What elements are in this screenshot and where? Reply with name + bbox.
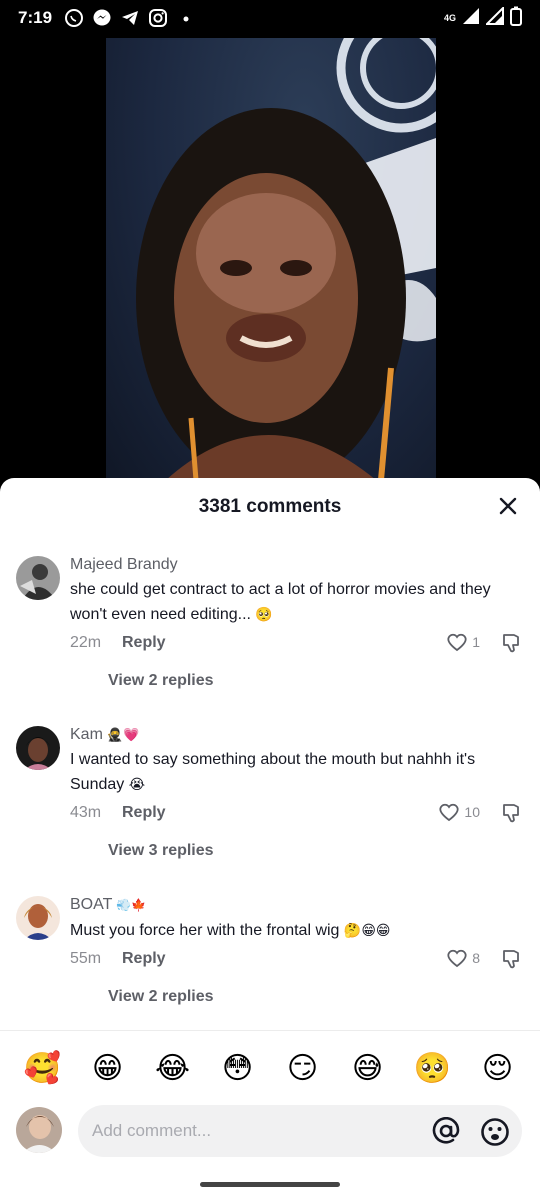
status-left: 7:19 — [18, 8, 196, 28]
quick-emoji-bar: 🥰 😁 😂 😳 😏 😅 🥺 😌 — [0, 1046, 540, 1090]
divider — [0, 1030, 540, 1031]
avatar[interactable] — [16, 896, 60, 940]
like-button[interactable]: 1 — [446, 632, 480, 652]
emoji-button[interactable]: 😅 — [348, 1048, 388, 1088]
mention-icon[interactable] — [432, 1116, 460, 1145]
comment-meta: 22m Reply — [70, 634, 166, 652]
screen: 7:19 4G 3381 comments Majeed Brandy she … — [0, 0, 540, 1200]
comment-username[interactable]: Kam 🥷💗 — [70, 724, 520, 746]
comment-text-body: Must you force her with the frontal wig — [70, 922, 340, 939]
comment-body: Kam 🥷💗 I wanted to say something about t… — [70, 724, 520, 797]
status-bar: 7:19 4G — [0, 0, 540, 36]
heart-icon — [439, 803, 460, 822]
signal-icon — [462, 7, 480, 30]
comment-username-text: BOAT — [70, 896, 113, 913]
heart-icon — [447, 949, 467, 968]
whatsapp-icon — [64, 8, 84, 28]
reply-button[interactable]: Reply — [122, 950, 166, 968]
dislike-icon[interactable] — [500, 948, 522, 975]
view-replies-button[interactable]: View 3 replies — [108, 842, 214, 860]
like-count: 1 — [472, 634, 480, 650]
comment-username[interactable]: BOAT 💨🍁 — [70, 894, 520, 916]
reply-button[interactable]: Reply — [122, 804, 166, 822]
like-button[interactable]: 10 — [438, 802, 480, 822]
emoji-button[interactable]: 😌 — [478, 1048, 518, 1088]
comment-text-emoji: 😭 — [128, 776, 146, 792]
comment-body: BOAT 💨🍁 Must you force her with the fron… — [70, 894, 520, 943]
username-emoji: 💨🍁 — [116, 898, 147, 912]
comment-text: she could get contract to act a lot of h… — [70, 578, 520, 627]
like-count: 10 — [464, 804, 480, 820]
comment-text: Must you force her with the frontal wig … — [70, 918, 520, 943]
heart-icon — [447, 633, 467, 652]
emoji-button[interactable]: 🥺 — [413, 1048, 453, 1088]
instagram-icon — [148, 8, 168, 28]
comment-text-body: she could get contract to act a lot of h… — [70, 581, 491, 623]
comment-meta: 55m Reply — [70, 950, 166, 968]
dot-icon — [176, 8, 196, 28]
video-frame — [136, 38, 436, 480]
emoji-button[interactable]: 😳 — [218, 1048, 258, 1088]
emoji-button[interactable]: 😂 — [153, 1048, 193, 1088]
avatar[interactable] — [16, 726, 60, 770]
status-right: 4G — [443, 5, 522, 31]
user-avatar[interactable] — [16, 1107, 62, 1153]
username-emoji: 🥷💗 — [106, 727, 140, 742]
like-button[interactable]: 8 — [446, 948, 480, 968]
network-label: 4G — [443, 13, 456, 23]
messenger-icon — [92, 8, 112, 28]
comment-text-emoji: 🤔😁😁 — [343, 922, 391, 938]
comment-username[interactable]: Majeed Brandy — [70, 554, 520, 576]
comment-time: 22m — [70, 634, 102, 651]
view-replies-button[interactable]: View 2 replies — [108, 988, 214, 1006]
reply-button[interactable]: Reply — [122, 634, 166, 652]
emoji-button[interactable]: 😁 — [88, 1048, 128, 1088]
comment-text: I wanted to say something about the mout… — [70, 748, 520, 797]
battery-icon — [510, 6, 522, 31]
comment-text-emoji: 🥺 — [255, 606, 273, 622]
telegram-icon — [120, 8, 140, 28]
close-icon[interactable] — [494, 492, 522, 520]
comment-time: 43m — [70, 804, 102, 821]
view-replies-button[interactable]: View 2 replies — [108, 672, 214, 690]
home-indicator[interactable] — [200, 1182, 340, 1187]
comment-body: Majeed Brandy she could get contract to … — [70, 554, 520, 627]
like-count: 8 — [472, 950, 480, 966]
comment-username-text: Majeed Brandy — [70, 556, 178, 573]
emoji-button[interactable]: 😏 — [283, 1048, 323, 1088]
comment-input-row — [0, 1103, 540, 1163]
status-time: 7:19 — [18, 8, 53, 27]
dislike-icon[interactable] — [500, 632, 522, 659]
emoji-picker-icon[interactable] — [480, 1117, 510, 1147]
sheet-header: 3381 comments — [0, 478, 540, 536]
comments-sheet: 3381 comments Majeed Brandy she could ge… — [0, 478, 540, 1200]
dislike-icon[interactable] — [500, 802, 522, 829]
signal-icon — [484, 5, 504, 30]
comment-meta: 43m Reply — [70, 804, 166, 822]
comment-time: 55m — [70, 950, 102, 967]
emoji-button[interactable]: 🥰 — [23, 1048, 63, 1088]
avatar[interactable] — [16, 556, 60, 600]
comments-count-title: 3381 comments — [198, 496, 342, 517]
video-player[interactable] — [106, 38, 436, 480]
comment-username-text: Kam — [70, 726, 103, 743]
